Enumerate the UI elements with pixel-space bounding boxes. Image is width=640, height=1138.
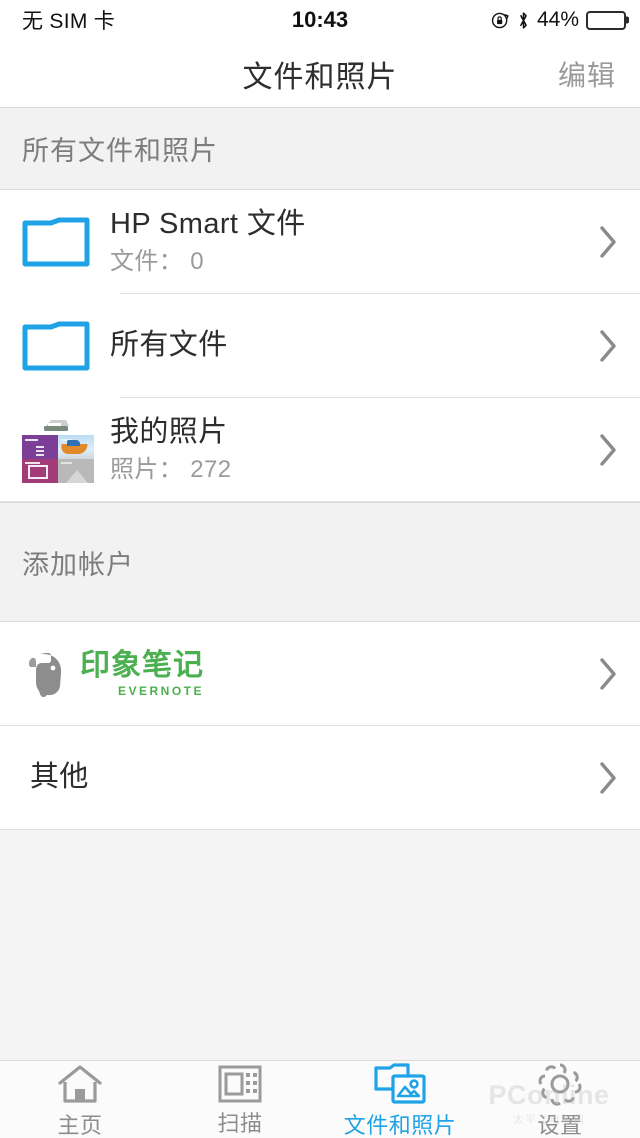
tab-label: 文件和照片 [343,1113,457,1138]
list-item-subtitle: 照片： 272 [110,456,232,484]
rotation-lock-icon [491,11,510,30]
evernote-logo-cn: 印象笔记 [80,648,204,682]
photo-collage-icon [22,417,98,483]
home-icon [56,1063,104,1105]
collage-tile [58,435,94,459]
tab-settings[interactable]: 设置 [480,1061,640,1138]
list-item-title: 所有文件 [110,329,228,362]
navigation-bar: 文件和照片 编辑 [0,40,640,108]
chevron-right-icon [600,330,616,362]
list-separator [0,501,640,502]
status-bar: 无 SIM 卡 10:43 44% [0,0,640,40]
list-item-hp-smart-files[interactable]: HP Smart 文件 文件： 0 [0,190,640,294]
content-scroll-area[interactable]: 所有文件和照片 HP Smart 文件 文件： 0 所有文件 我的照片 照片： … [0,108,640,1060]
tab-label: 设置 [537,1113,583,1138]
list-item-all-files[interactable]: 所有文件 [0,294,640,398]
bottom-tab-bar: 主页 扫描 文件和照片 设置 PConline 太平洋电脑网 [0,1060,640,1138]
battery-icon [586,10,629,30]
folder-outline-icon [22,217,98,267]
list-item-text: 我的照片 照片： 272 [98,415,588,486]
list-item-other[interactable]: 其他 [0,726,640,830]
gear-icon [538,1063,582,1106]
battery-percent-label: 44% [536,8,579,31]
list-item-title: 我的照片 [110,415,228,448]
tab-label: 扫描 [217,1111,263,1136]
files-photos-icon [373,1063,427,1105]
chevron-right-icon [600,434,616,466]
status-indicators: 44% [491,8,629,32]
elephant-icon [28,653,62,698]
bluetooth-icon [517,11,530,30]
chevron-right-icon [600,658,616,690]
list-item-my-photos[interactable]: 我的照片 照片： 272 [0,398,640,502]
page-title: 文件和照片 [242,60,398,94]
section-header-all-files: 所有文件和照片 [0,108,640,190]
folder-outline-icon [22,321,98,371]
printer-icon [44,420,69,431]
carrier-label: 无 SIM 卡 [22,10,116,33]
list-group-all-files: HP Smart 文件 文件： 0 所有文件 我的照片 照片： 272 [0,190,640,502]
edit-button[interactable]: 编辑 [558,54,616,94]
tab-label: 主页 [57,1113,103,1138]
tab-files-photos[interactable]: 文件和照片 [320,1061,480,1138]
list-item-text: 其他 [30,760,588,795]
list-item-evernote[interactable]: 印象笔记 EVERNOTE [0,622,640,726]
collage-tile [22,459,58,483]
chevron-right-icon [600,226,616,258]
empty-area [0,830,640,1060]
tab-scan[interactable]: 扫描 [160,1061,320,1138]
list-item-title: 其他 [30,761,89,794]
app-screen: 无 SIM 卡 10:43 44% 文件和照片 编辑 所有文件和照片 HP Sm… [0,0,640,1138]
collage-tile [58,459,94,483]
list-item-text: HP Smart 文件 文件： 0 [98,207,588,278]
list-group-add-account: 印象笔记 EVERNOTE 其他 [0,622,640,830]
evernote-logo-en: EVERNOTE [117,683,204,698]
list-item-title: HP Smart 文件 [110,207,306,240]
list-item-text: 所有文件 [98,328,588,363]
list-item-subtitle: 文件： 0 [110,248,205,276]
tab-home[interactable]: 主页 [0,1061,160,1138]
chevron-right-icon [600,762,616,794]
list-separator [0,829,640,830]
section-header-add-account: 添加帐户 [0,502,640,622]
scan-icon [218,1065,262,1103]
evernote-logo-icon: 印象笔记 EVERNOTE [22,648,204,700]
collage-tile [22,435,58,459]
